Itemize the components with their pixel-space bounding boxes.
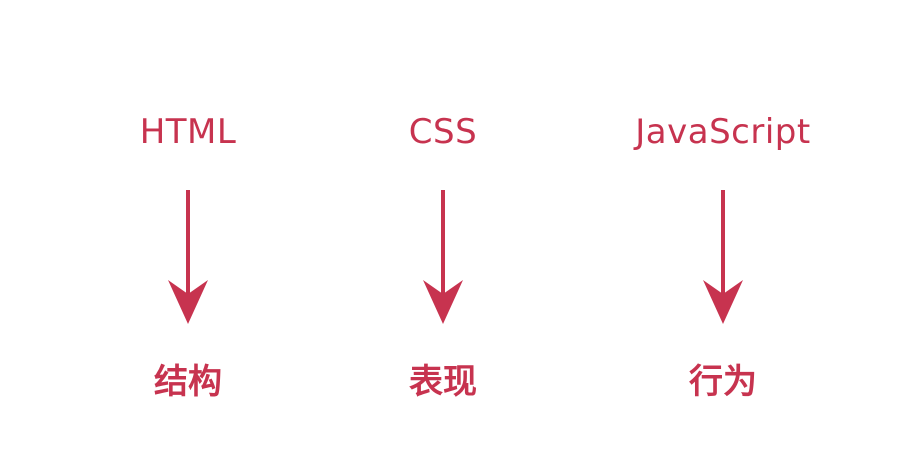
arrow-down-icon bbox=[423, 190, 463, 324]
role-label-presentation: 表现 bbox=[409, 362, 477, 402]
column-html: HTML 结构 bbox=[58, 0, 318, 472]
arrow-down-icon bbox=[703, 190, 743, 324]
tech-label-html: HTML bbox=[139, 112, 237, 152]
column-css: CSS 表现 bbox=[313, 0, 573, 472]
column-javascript: JavaScript 行为 bbox=[593, 0, 853, 472]
tech-label-css: CSS bbox=[408, 112, 478, 152]
role-label-structure: 结构 bbox=[154, 362, 222, 402]
role-label-behavior: 行为 bbox=[689, 362, 757, 402]
web-layers-diagram: HTML 结构 CSS 表现 JavaScript 行为 bbox=[0, 0, 908, 472]
tech-label-javascript: JavaScript bbox=[635, 112, 811, 152]
arrow-down-icon bbox=[168, 190, 208, 324]
